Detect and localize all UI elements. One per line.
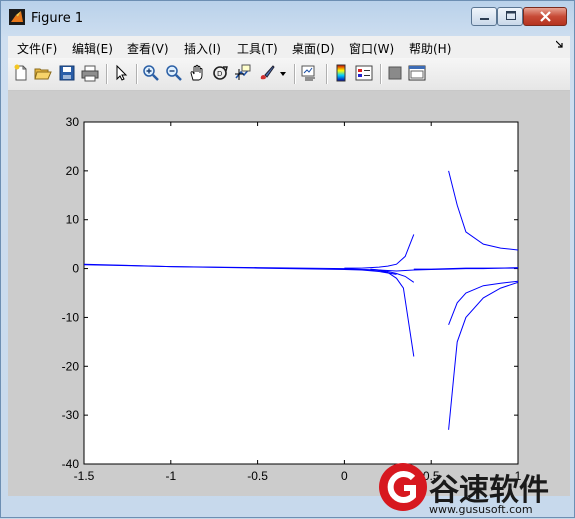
figure-window: Figure 1 文件(F) 编辑(E) 查看(V) 插入(I) 工具(T) 桌… [0, 0, 575, 518]
x-tick-label: -1.5 [74, 469, 95, 483]
x-tick-label: -1 [165, 469, 176, 483]
y-tick-label: -30 [62, 408, 80, 422]
line-chart: -1.5 -1 -0.5 0 0.5 13020100-10-20-30-40 [62, 115, 522, 483]
y-tick-label: 20 [66, 164, 80, 178]
plot-area [83, 121, 519, 465]
x-tick-label: -0.5 [247, 469, 268, 483]
y-tick-label: 0 [72, 262, 79, 276]
y-tick-label: -20 [62, 359, 80, 373]
x-tick-label: 0 [341, 469, 348, 483]
y-tick-label: -10 [62, 310, 80, 324]
y-tick-label: 10 [66, 213, 80, 227]
y-tick-label: -40 [62, 457, 80, 471]
watermark: 谷速软件 www.gususoft.com [371, 459, 575, 519]
watermark-url: www.gususoft.com [429, 503, 533, 516]
y-tick-label: 30 [66, 115, 80, 129]
gususoft-logo-icon [379, 463, 427, 511]
